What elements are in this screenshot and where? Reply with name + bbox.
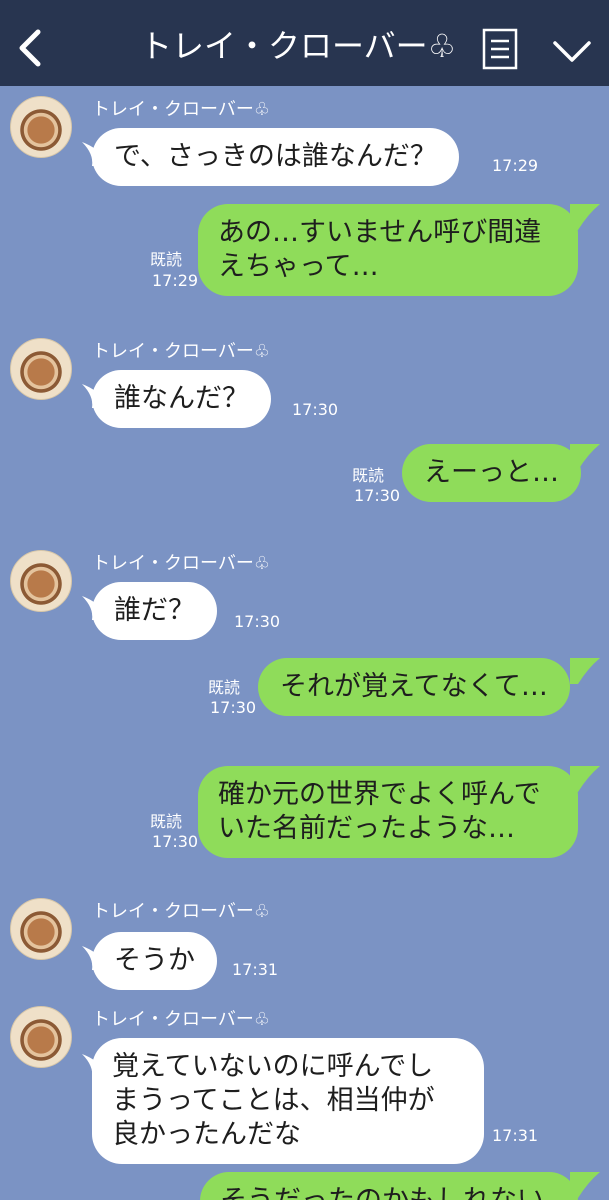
message-bubble-incoming[interactable]: 誰だ？ <box>92 582 217 640</box>
bubble-tail <box>570 658 600 684</box>
sender-name: トレイ・クローバー♧ <box>92 341 270 362</box>
message-bubble-outgoing[interactable]: 確か元の世界でよく呼んで いた名前だったような… <box>198 766 578 858</box>
document-menu-icon[interactable] <box>482 28 518 70</box>
message-bubble-outgoing[interactable]: そうだったのかもしれない <box>200 1172 578 1200</box>
message-time: 17:30 <box>210 698 257 717</box>
sender-name: トレイ・クローバー♧ <box>92 99 270 120</box>
message-bubble-outgoing[interactable]: それが覚えてなくて… <box>258 658 570 716</box>
read-receipt: 既読 <box>352 466 385 485</box>
chat-title: トレイ・クローバー♧ <box>140 27 457 65</box>
message-bubble-incoming[interactable]: そうか <box>92 932 217 990</box>
message-time: 17:30 <box>354 486 401 505</box>
message-time: 17:31 <box>492 1126 539 1145</box>
message-time: 17:30 <box>234 612 281 631</box>
read-receipt: 既読 <box>208 678 241 697</box>
message-bubble-incoming[interactable]: で、さっきのは誰なんだ？ <box>92 128 459 186</box>
message-bubble-incoming[interactable]: 覚えていないのに呼んでし まうってことは、相当仲が 良かったんだな <box>92 1038 484 1164</box>
sender-name: トレイ・クローバー♧ <box>92 901 270 922</box>
message-bubble-incoming[interactable]: 誰なんだ？ <box>92 370 271 428</box>
sender-name: トレイ・クローバー♧ <box>92 553 270 574</box>
chevron-left-icon[interactable] <box>14 28 44 68</box>
read-receipt: 既読 <box>150 250 183 269</box>
bubble-tail <box>570 204 600 230</box>
message-bubble-outgoing[interactable]: えーっと… <box>402 444 581 502</box>
avatar[interactable] <box>10 898 72 960</box>
chevron-down-icon[interactable] <box>552 40 592 64</box>
message-time: 17:29 <box>152 271 199 290</box>
sender-name: トレイ・クローバー♧ <box>92 1009 270 1030</box>
message-time: 17:29 <box>492 156 539 175</box>
avatar[interactable] <box>10 338 72 400</box>
avatar[interactable] <box>10 550 72 612</box>
avatar[interactable] <box>10 1006 72 1068</box>
bubble-tail <box>570 444 600 470</box>
chat-header: トレイ・クローバー♧ <box>0 0 609 86</box>
message-time: 17:30 <box>152 832 199 851</box>
bubble-tail <box>570 1172 600 1198</box>
message-list[interactable]: トレイ・クローバー♧ で、さっきのは誰なんだ？ 17:29 既読 17:29 あ… <box>0 86 609 1200</box>
bubble-tail <box>570 766 600 792</box>
read-receipt: 既読 <box>150 812 183 831</box>
message-time: 17:31 <box>232 960 279 979</box>
message-bubble-outgoing[interactable]: あの…すいません呼び間違 えちゃって… <box>198 204 578 296</box>
avatar[interactable] <box>10 96 72 158</box>
message-time: 17:30 <box>292 400 339 419</box>
